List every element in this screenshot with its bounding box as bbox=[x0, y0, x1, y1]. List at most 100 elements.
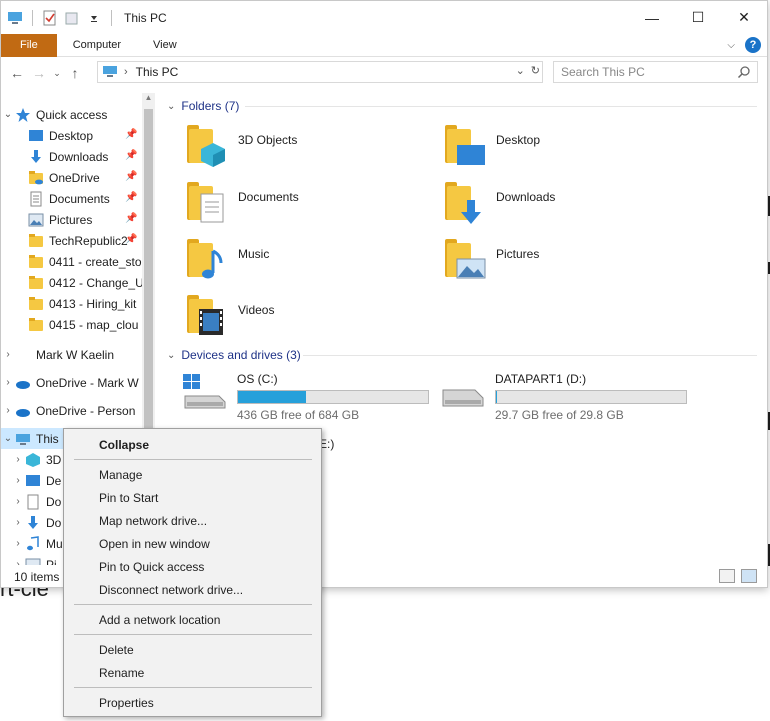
nav-quick-item[interactable]: 0411 - create_sto bbox=[28, 251, 142, 272]
folder-tile[interactable]: Desktop bbox=[445, 125, 540, 169]
chevron-right-icon[interactable]: › bbox=[11, 496, 25, 507]
minimize-button[interactable]: — bbox=[629, 1, 675, 34]
nav-user-folder[interactable]: › Mark W Kaelin bbox=[1, 344, 114, 365]
folder-tile[interactable]: Videos bbox=[187, 295, 274, 339]
properties-icon[interactable] bbox=[42, 10, 58, 26]
menu-item-delete[interactable]: Delete bbox=[65, 639, 320, 661]
tab-computer[interactable]: Computer bbox=[57, 34, 137, 57]
recent-locations-icon[interactable]: ⌄ bbox=[50, 61, 64, 85]
drive-free-space: 29.7 GB free of 29.8 GB bbox=[495, 408, 624, 422]
folder-tile[interactable]: Documents bbox=[187, 182, 299, 226]
chevron-right-icon[interactable]: › bbox=[1, 377, 15, 388]
nav-onedrive-personal[interactable]: › OneDrive - Person bbox=[1, 400, 135, 421]
breadcrumb[interactable]: This PC bbox=[136, 65, 179, 79]
breadcrumb-chevron-icon[interactable]: › bbox=[124, 66, 128, 78]
search-input[interactable]: Search This PC bbox=[553, 61, 758, 83]
menu-item-open-new-window[interactable]: Open in new window bbox=[65, 533, 320, 555]
scrollbar-thumb[interactable] bbox=[144, 109, 153, 439]
back-button[interactable]: ← bbox=[6, 61, 28, 85]
title-bar[interactable]: This PC — ☐ ✕ bbox=[1, 1, 767, 34]
address-dropdown-icon[interactable]: ⌄ bbox=[516, 64, 525, 77]
ribbon-tabs: File Computer View ⌵ ? bbox=[1, 33, 767, 57]
customize-toolbar-icon[interactable] bbox=[86, 10, 102, 26]
pin-icon[interactable]: 📌 bbox=[125, 213, 137, 227]
folder-tile[interactable]: 3D Objects bbox=[187, 125, 297, 169]
nav-pc-child[interactable]: › Pi bbox=[11, 554, 57, 565]
nav-onedrive-mark[interactable]: › OneDrive - Mark W bbox=[1, 372, 138, 393]
large-icons-view-icon[interactable] bbox=[741, 569, 757, 583]
pin-icon[interactable]: 📌 bbox=[125, 192, 137, 206]
pin-icon[interactable]: 📌 bbox=[125, 234, 137, 248]
videos-icon bbox=[187, 295, 231, 339]
chevron-down-icon[interactable]: ⌄ bbox=[1, 109, 15, 120]
menu-item-disconnect-network-drive[interactable]: Disconnect network drive... bbox=[65, 579, 320, 601]
documents-icon bbox=[28, 191, 44, 207]
drive-tile[interactable]: DATAPART1 (D:) 29.7 GB free of 29.8 GB bbox=[439, 372, 687, 422]
chevron-right-icon[interactable]: › bbox=[1, 349, 15, 360]
folder-tile[interactable]: Music bbox=[187, 239, 269, 283]
nav-pc-child[interactable]: › De bbox=[11, 470, 61, 491]
menu-separator bbox=[74, 687, 312, 688]
folders-group-header[interactable]: ⌄ Folders (7) bbox=[167, 99, 239, 113]
drive-tile[interactable]: OS (C:) 436 GB free of 684 GB bbox=[181, 372, 429, 422]
nav-pc-child[interactable]: › Do bbox=[11, 512, 61, 533]
nav-quick-item[interactable]: TechRepublic2 bbox=[28, 230, 128, 251]
folder-icon bbox=[28, 254, 44, 270]
downloads-icon bbox=[28, 149, 44, 165]
chevron-right-icon[interactable]: › bbox=[11, 475, 25, 486]
address-bar[interactable]: › This PC ⌄ ↻ bbox=[97, 61, 543, 83]
menu-item-collapse[interactable]: Collapse bbox=[65, 434, 320, 456]
menu-item-map-network-drive[interactable]: Map network drive... bbox=[65, 510, 320, 532]
address-row: ← → ⌄ ↑ › This PC ⌄ ↻ Search This PC bbox=[1, 59, 767, 87]
chevron-right-icon[interactable]: › bbox=[1, 405, 15, 416]
chevron-right-icon[interactable]: › bbox=[11, 517, 25, 528]
close-button[interactable]: ✕ bbox=[721, 1, 767, 34]
menu-item-pin-quick-access[interactable]: Pin to Quick access bbox=[65, 556, 320, 578]
nav-quick-item[interactable]: Documents bbox=[28, 188, 110, 209]
music-icon bbox=[187, 239, 231, 283]
nav-pc-child[interactable]: › Mu bbox=[11, 533, 63, 554]
chevron-down-icon[interactable]: ⌄ bbox=[167, 101, 175, 112]
folder-tile[interactable]: Pictures bbox=[445, 239, 539, 283]
menu-item-add-network-location[interactable]: Add a network location bbox=[65, 609, 320, 631]
nav-pc-child[interactable]: › Do bbox=[11, 491, 61, 512]
help-icon[interactable]: ? bbox=[745, 37, 761, 53]
new-folder-icon[interactable] bbox=[64, 10, 80, 26]
context-menu: Collapse Manage Pin to Start Map network… bbox=[63, 428, 322, 717]
menu-item-manage[interactable]: Manage bbox=[65, 464, 320, 486]
refresh-icon[interactable]: ↻ bbox=[531, 64, 540, 77]
folder-tile[interactable]: Downloads bbox=[445, 182, 555, 226]
nav-this-pc[interactable]: ⌄ This bbox=[1, 428, 63, 449]
details-view-icon[interactable] bbox=[719, 569, 735, 583]
nav-quick-item[interactable]: Pictures bbox=[28, 209, 92, 230]
this-pc-icon bbox=[102, 63, 118, 82]
chevron-down-icon[interactable]: ⌄ bbox=[1, 433, 15, 444]
menu-item-rename[interactable]: Rename bbox=[65, 662, 320, 684]
nav-pc-child[interactable]: › 3D bbox=[11, 449, 61, 470]
nav-quick-access[interactable]: ⌄ Quick access bbox=[1, 104, 107, 125]
drives-group-header[interactable]: ⌄ Devices and drives (3) bbox=[167, 348, 301, 362]
expand-ribbon-icon[interactable]: ⌵ bbox=[727, 40, 735, 51]
up-button[interactable]: ↑ bbox=[64, 61, 86, 85]
forward-button[interactable]: → bbox=[28, 61, 50, 85]
pin-icon[interactable]: 📌 bbox=[125, 171, 137, 185]
maximize-button[interactable]: ☐ bbox=[675, 1, 721, 34]
menu-item-properties[interactable]: Properties bbox=[65, 692, 320, 714]
search-icon[interactable] bbox=[737, 65, 751, 79]
pin-icon[interactable]: 📌 bbox=[125, 150, 137, 164]
tab-file[interactable]: File bbox=[1, 33, 57, 57]
pin-icon[interactable]: 📌 bbox=[125, 129, 137, 143]
chevron-down-icon[interactable]: ⌄ bbox=[167, 350, 175, 361]
nav-quick-item[interactable]: 0413 - Hiring_kit bbox=[28, 293, 136, 314]
nav-quick-item[interactable]: Desktop bbox=[28, 125, 93, 146]
scroll-up-icon[interactable]: ▲ bbox=[144, 93, 153, 105]
menu-separator bbox=[74, 459, 312, 460]
nav-quick-item[interactable]: 0415 - map_clou bbox=[28, 314, 138, 335]
nav-quick-item[interactable]: OneDrive bbox=[28, 167, 100, 188]
nav-quick-item[interactable]: Downloads bbox=[28, 146, 108, 167]
nav-quick-item[interactable]: 0412 - Change_U bbox=[28, 272, 144, 293]
tab-view[interactable]: View bbox=[137, 34, 193, 57]
chevron-right-icon[interactable]: › bbox=[11, 454, 25, 465]
menu-item-pin-to-start[interactable]: Pin to Start bbox=[65, 487, 320, 509]
chevron-right-icon[interactable]: › bbox=[11, 538, 25, 549]
